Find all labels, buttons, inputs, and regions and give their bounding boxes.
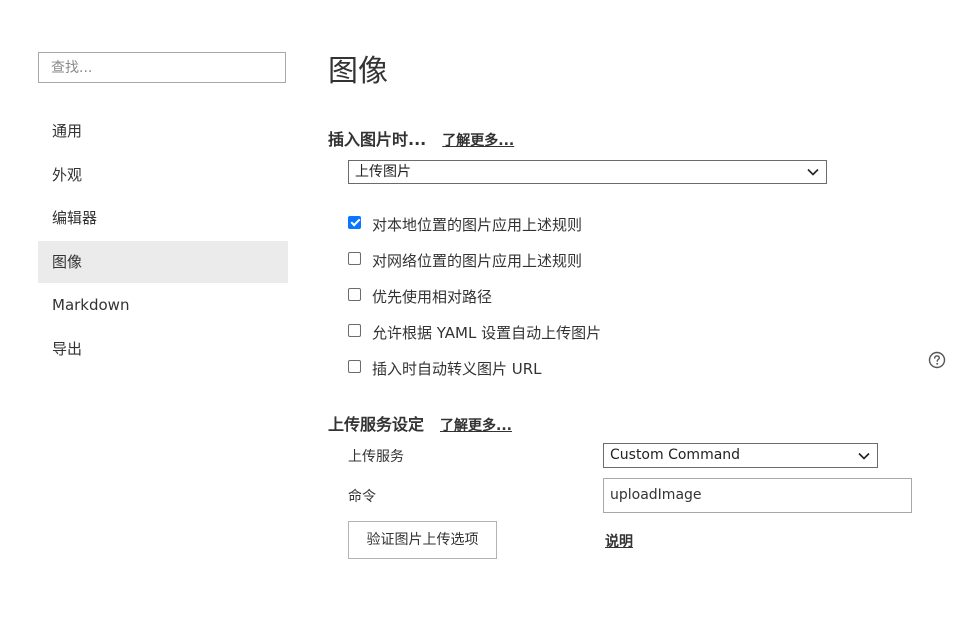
option-label: 对网络位置的图片应用上述规则 (372, 251, 583, 270)
option-label: 插入时自动转义图片 URL (372, 359, 542, 378)
insert-learn-more-link[interactable]: 了解更多... (442, 133, 514, 149)
sidebar-item-editor[interactable]: 编辑器 (38, 197, 288, 239)
upload-section-title: 上传服务设定 (328, 415, 425, 434)
option-label: 优先使用相对路径 (372, 287, 493, 306)
sidebar-item-image[interactable]: 图像 (38, 240, 288, 283)
sidebar-item-general[interactable]: 通用 (38, 110, 288, 152)
explain-link[interactable]: 说明 (605, 531, 633, 551)
verify-upload-button[interactable]: 验证图片上传选项 (348, 521, 497, 559)
search-input[interactable] (38, 52, 286, 83)
upload-section-heading: 上传服务设定 了解更多... (328, 411, 512, 435)
option-label: 允许根据 YAML 设置自动上传图片 (372, 323, 602, 342)
checkbox[interactable] (348, 251, 361, 265)
option-yaml-upload[interactable]: 允许根据 YAML 设置自动上传图片 (348, 314, 601, 350)
sidebar-item-markdown[interactable]: Markdown (38, 284, 288, 326)
upload-service-label: 上传服务 (348, 449, 404, 465)
sidebar-item-export[interactable]: 导出 (38, 328, 288, 370)
checkbox[interactable] (348, 287, 361, 301)
help-circle-icon[interactable] (928, 351, 946, 369)
command-label: 命令 (348, 489, 376, 505)
sidebar-item-appearance[interactable]: 外观 (38, 154, 288, 196)
option-apply-network[interactable]: 对网络位置的图片应用上述规则 (348, 242, 601, 278)
checkbox[interactable] (348, 359, 361, 373)
insert-section-title: 插入图片时... (328, 130, 427, 149)
command-input[interactable]: uploadImage (603, 478, 912, 513)
insert-action-value: 上传图片 (355, 164, 411, 180)
option-relative-path[interactable]: 优先使用相对路径 (348, 278, 601, 314)
insert-section-heading: 插入图片时... 了解更多... (328, 126, 514, 150)
chevron-down-icon (858, 452, 870, 460)
insert-action-select[interactable]: 上传图片 (348, 160, 827, 184)
checkbox[interactable] (348, 323, 361, 337)
insert-options: 对本地位置的图片应用上述规则 对网络位置的图片应用上述规则 优先使用相对路径 允… (348, 206, 601, 386)
option-apply-local[interactable]: 对本地位置的图片应用上述规则 (348, 206, 601, 242)
sidebar-nav: 通用 外观 编辑器 图像 Markdown 导出 (38, 110, 288, 371)
upload-learn-more-link[interactable]: 了解更多... (440, 418, 512, 434)
option-escape-url[interactable]: 插入时自动转义图片 URL (348, 350, 601, 386)
checkbox-checked[interactable] (348, 215, 361, 229)
preferences-window: 通用 外观 编辑器 图像 Markdown 导出 图像 插入图片时... 了解更多… (0, 0, 955, 617)
option-label: 对本地位置的图片应用上述规则 (372, 215, 583, 234)
upload-service-select[interactable]: Custom Command (603, 443, 878, 468)
upload-service-value: Custom Command (610, 447, 741, 463)
page-title: 图像 (328, 54, 388, 89)
chevron-down-icon (807, 168, 819, 176)
